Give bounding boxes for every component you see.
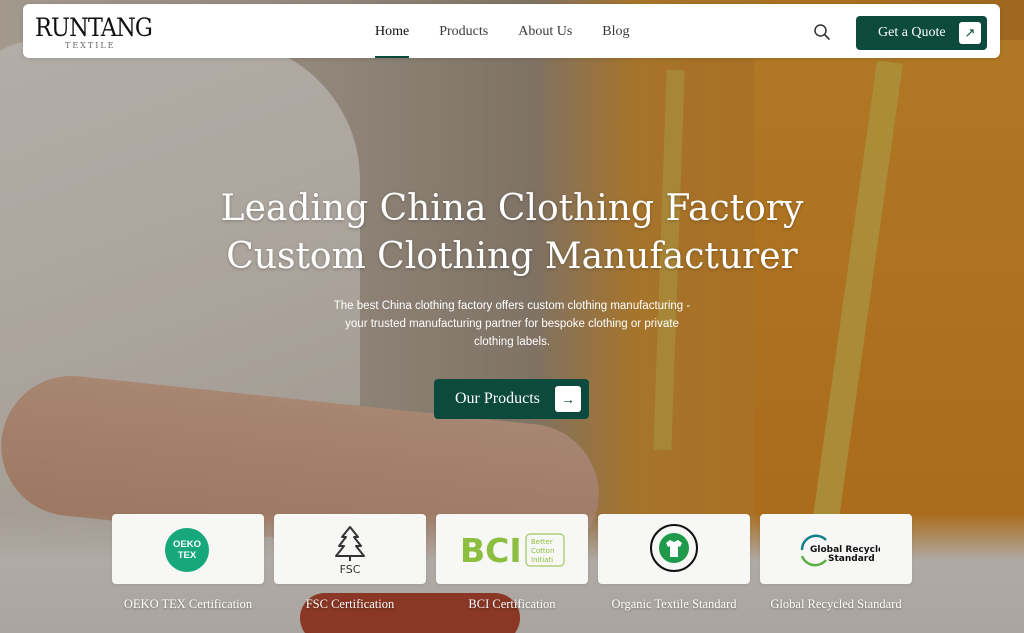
cert-fsc[interactable]: FSC FSC Certification [274, 514, 426, 612]
get-a-quote-button[interactable]: Get a Quote ↗ [856, 16, 987, 50]
nav-item-home[interactable]: Home [375, 4, 410, 58]
cert-card [598, 514, 750, 584]
cert-label: OEKO TEX Certification [123, 597, 253, 611]
cert-card: BCI Better Cotton Initiati [436, 514, 588, 584]
arrow-up-right-icon: ↗ [959, 22, 981, 44]
svg-text:Standard: Standard [828, 554, 875, 564]
fsc-logo: FSC [335, 526, 365, 575]
hero-title: Leading China Clothing Factory Custom Cl… [0, 185, 1024, 281]
cert-label: BCI Certification [468, 597, 556, 611]
svg-text:Cotton: Cotton [531, 547, 554, 555]
certifications-row: OEKO TEX OEKO TEX Certification FSC FSC … [112, 514, 912, 624]
oeko-tex-logo: OEKO TEX [165, 528, 209, 572]
logo[interactable]: RUNTANG TEXTILE [35, 13, 153, 53]
svg-text:Better: Better [531, 538, 553, 546]
our-products-label: Our Products [455, 390, 540, 407]
logo-sub-text: TEXTILE [65, 41, 116, 50]
svg-text:Initiati: Initiati [531, 556, 553, 564]
cert-label: Global Recycled Standard [770, 597, 902, 611]
hero-subtitle: The best China clothing factory offers c… [333, 300, 691, 348]
our-products-button[interactable]: Our Products → [434, 379, 589, 419]
cert-grs[interactable]: Global Recycled Standard Global Recycled… [760, 514, 912, 612]
grs-logo: Global Recycled Standard [800, 534, 880, 567]
cert-card: Global Recycled Standard [760, 514, 912, 584]
site-header: RUNTANG TEXTILE Home Products About Us B… [23, 4, 1000, 58]
cert-bci[interactable]: BCI Better Cotton Initiati BCI Certifica… [436, 514, 588, 612]
gots-logo [650, 524, 698, 572]
main-nav: Home Products About Us Blog [375, 4, 660, 58]
svg-text:FSC: FSC [340, 563, 361, 575]
search-icon[interactable] [813, 23, 831, 41]
cert-label: FSC Certification [305, 597, 395, 611]
arrow-right-icon: → [555, 386, 581, 412]
nav-item-about-us[interactable]: About Us [518, 4, 572, 58]
cert-card: FSC [274, 514, 426, 584]
svg-text:BCI: BCI [460, 531, 522, 570]
logo-main-text: RUNTANG [35, 13, 153, 42]
nav-item-blog[interactable]: Blog [602, 4, 629, 58]
cert-label: Organic Textile Standard [611, 597, 737, 611]
get-a-quote-label: Get a Quote [878, 25, 946, 40]
cert-gots[interactable]: Organic Textile Standard [598, 514, 750, 612]
cert-oeko-tex[interactable]: OEKO TEX OEKO TEX Certification [112, 514, 264, 612]
hero-title-line-2: Custom Clothing Manufacturer [226, 236, 798, 277]
cert-card: OEKO TEX [112, 514, 264, 584]
nav-item-products[interactable]: Products [439, 4, 488, 58]
bci-logo: BCI Better Cotton Initiati [460, 531, 565, 570]
hero-title-line-1: Leading China Clothing Factory [220, 188, 804, 229]
